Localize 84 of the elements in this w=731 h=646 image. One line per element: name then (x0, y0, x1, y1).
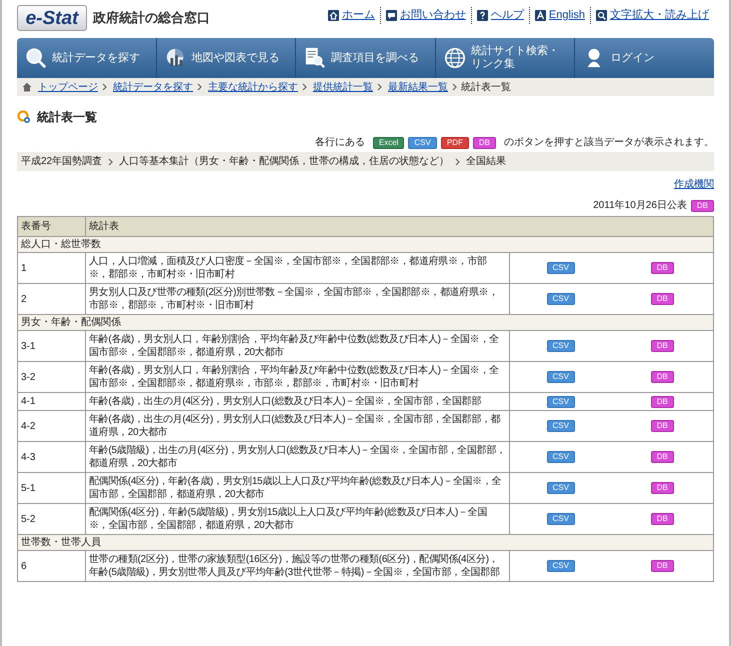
csv-button[interactable]: CSV (546, 482, 575, 494)
table-cell: 1 (18, 253, 86, 283)
table-cell: 3-1 (18, 331, 86, 361)
csv-badge[interactable]: CSV (408, 136, 437, 148)
db-button[interactable]: DB (650, 513, 674, 525)
table-cell: 年齢(各歳)，出生の月(4区分)，男女別人口(総数及び日本人)－全国※，全国市部，全国郡部，都道府県，20大都市 (86, 411, 510, 441)
db-button[interactable]: DB (650, 420, 674, 432)
chevron-icon (452, 83, 457, 91)
csv-button[interactable]: CSV (546, 396, 575, 408)
db-button[interactable]: DB (650, 451, 674, 463)
table-cell: 年齢(各歳)，出生の月(4区分)，男女別人口(総数及び日本人)－全国※，全国市部，全国郡部 (86, 393, 510, 410)
breadcrumb-link[interactable]: 主要な統計から探す (208, 80, 298, 94)
survey-path-item: 全国結果 (466, 155, 506, 169)
csv-button[interactable]: CSV (546, 560, 575, 572)
document-search-icon (304, 47, 326, 69)
table-cell: 4-2 (18, 411, 86, 441)
page-title: 統計表一覧 (37, 109, 97, 126)
utility-link[interactable]: 文字拡大・読み上げ (610, 7, 709, 24)
pdf-badge[interactable]: PDF (440, 136, 469, 148)
section-header: 世帯数・世帯人員 (18, 534, 713, 550)
circles-icon (17, 110, 31, 124)
db-button[interactable]: DB (650, 262, 674, 274)
breadcrumb-link[interactable]: 統計データを探す (113, 80, 193, 94)
csv-button[interactable]: CSV (546, 371, 575, 383)
table-cell: 5-1 (18, 473, 86, 503)
utility-link[interactable]: English (548, 7, 585, 24)
table-cell: 6 (18, 551, 86, 581)
survey-path-item: 平成22年国勢調査 (21, 154, 102, 169)
table-cell: 年齢(各歳)，男女別人口，年齢別割合，平均年齢及び年齢中位数(総数及び日本人)－全国※，全国市部※，全国郡部※，都道府県※，市部※，郡部※，市町村※・旧市町村 (86, 362, 510, 392)
survey-path-item: 人口等基本集計（男女・年齢・配偶関係，世帯の構成，住居の状態など） (119, 154, 450, 169)
legend-text: 各行にある (314, 136, 365, 150)
csv-button[interactable]: CSV (546, 420, 575, 432)
chevron-icon (197, 83, 202, 91)
search-icon (25, 47, 47, 69)
db-button[interactable]: DB (650, 340, 674, 352)
chevron-icon (455, 158, 460, 166)
chevron-icon (377, 83, 382, 91)
db-button[interactable]: DB (650, 371, 674, 383)
chevron-icon (102, 83, 107, 91)
nav-tab[interactable]: 統計データを探す (17, 38, 156, 78)
table-cell: 年齢(5歳階級)，出生の月(4区分)，男女別人口(総数及び日本人)－全国※，全国市部，全国郡部，都道府県，20大都市 (86, 442, 510, 472)
breadcrumb-link[interactable]: 提供統計一覧 (313, 80, 373, 94)
table-cell: 3-2 (18, 362, 86, 392)
home-icon (328, 10, 339, 21)
breadcrumb-current: 統計表一覧 (461, 80, 511, 94)
column-header: 統計表 (88, 220, 120, 234)
csv-button[interactable]: CSV (546, 513, 575, 525)
help-icon (476, 10, 488, 21)
agency-link[interactable]: 作成機関 (674, 177, 714, 192)
home-icon (22, 82, 32, 92)
table-cell: 人口，人口増減，面積及び人口密度－全国※，全国市部※，全国郡部※，都道府県※，市部※，郡部※，市町村※・旧市町村 (86, 253, 510, 283)
legend-text: のボタンを押すと該当データが表示されます。 (504, 136, 714, 150)
db-button[interactable]: DB (690, 200, 714, 212)
db-button[interactable]: DB (650, 293, 674, 305)
utility-link[interactable]: お問い合わせ (400, 7, 466, 24)
site-title: 政府統計の総合窓口 (93, 9, 210, 28)
csv-button[interactable]: CSV (546, 262, 575, 274)
breadcrumb-link[interactable]: 最新結果一覧 (388, 80, 448, 94)
section-header: 総人口・総世帯数 (18, 236, 713, 252)
table-cell: 年齢(各歳)，男女別人口，年齢別割合，平均年齢及び年齢中位数(総数及び日本人)－全国※，全国市部※，全国郡部※，都道府県，20大都市 (86, 331, 510, 361)
release-date: 2011年10月26日公表 (593, 198, 687, 213)
csv-button[interactable]: CSV (546, 340, 575, 352)
logo[interactable]: e-Stat (17, 5, 87, 31)
table-cell: 配偶関係(4区分)，年齢(各歳)，男女別15歳以上人口及び平均年齢(総数及び日本人)－全国※，全国市部，全国郡部，都道府県，20大都市 (86, 473, 510, 503)
globe-icon (444, 47, 466, 69)
csv-button[interactable]: CSV (546, 451, 575, 463)
chevron-icon (108, 158, 114, 166)
speech-bubble-icon (386, 10, 397, 21)
utility-link[interactable]: ホーム (342, 7, 375, 24)
db-button[interactable]: DB (650, 560, 674, 572)
utility-link[interactable]: ヘルプ (490, 7, 524, 24)
breadcrumb-link[interactable]: トップページ (38, 80, 98, 94)
chevron-icon (302, 83, 307, 91)
excel-badge[interactable]: Excel (372, 136, 404, 148)
section-header: 男女・年齢・配偶関係 (18, 314, 713, 330)
db-button[interactable]: DB (650, 482, 674, 494)
db-badge[interactable]: DB (472, 136, 496, 148)
db-button[interactable]: DB (650, 396, 674, 408)
table-cell: 世帯の種類(2区分)，世帯の家族類型(16区分)，施設等の世帯の種類(6区分)，配偶関係(4区分)，年齢(5歳階級)，男女別世帯人員及び平均年齢(3世代世帯－特掲)－全国※，全国市部，全国郡部 (86, 551, 510, 581)
letter-icon (534, 10, 546, 21)
table-cell: 4-3 (18, 442, 86, 472)
table-cell: 4-1 (18, 393, 86, 410)
zoom-icon (596, 10, 607, 21)
csv-button[interactable]: CSV (546, 293, 575, 305)
